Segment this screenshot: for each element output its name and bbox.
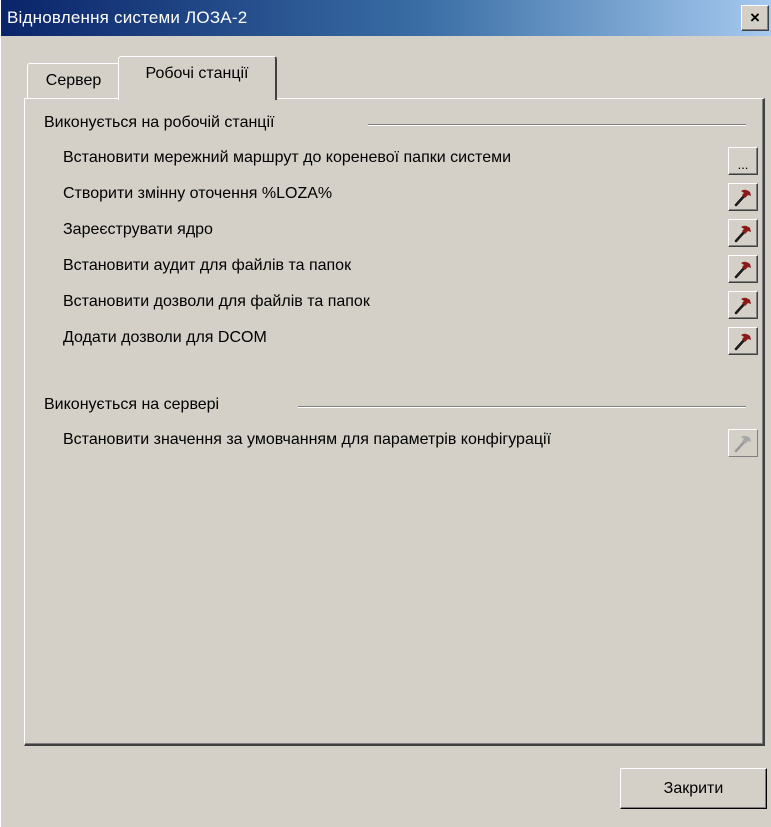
group-divider — [298, 406, 746, 408]
window-title: Відновлення системи ЛОЗА-2 — [7, 8, 248, 27]
run-dcom-button[interactable] — [728, 327, 758, 355]
hammer-icon — [734, 435, 751, 453]
group-workstation-title: Виконується на робочій станції — [44, 114, 275, 131]
tab-workstations[interactable]: Робочі станції — [118, 56, 277, 100]
hammer-icon — [734, 225, 751, 243]
task-label-env-var: Створити змінну оточення %LOZA% — [63, 185, 333, 202]
group-divider — [368, 124, 746, 126]
hammer-icon — [734, 297, 751, 315]
title-bar[interactable]: Відновлення системи ЛОЗА-2 × — [1, 0, 771, 36]
ellipsis-icon: ... — [737, 156, 749, 172]
close-button[interactable]: Закрити — [620, 768, 767, 809]
task-label-default-config: Встановити значення за умовчанням для па… — [63, 431, 552, 448]
run-permissions-button[interactable] — [728, 291, 758, 319]
task-label-audit: Встановити аудит для файлів та папок — [63, 257, 352, 274]
restore-dialog: Відновлення системи ЛОЗА-2 × Сервер Робо… — [0, 0, 771, 827]
tab-panel-workstations: Виконується на робочій станції Встановит… — [24, 98, 765, 746]
run-default-config-button[interactable] — [728, 429, 758, 457]
close-icon: × — [750, 8, 760, 27]
browse-button[interactable]: ... — [728, 147, 758, 175]
window-close-button[interactable]: × — [741, 5, 769, 31]
tab-server-label: Сервер — [45, 72, 102, 89]
tab-workstations-label: Робочі станції — [145, 65, 249, 82]
close-button-label: Закрити — [663, 780, 724, 797]
hammer-icon — [734, 189, 751, 207]
run-env-var-button[interactable] — [728, 183, 758, 211]
group-server-title: Виконується на сервері — [44, 396, 220, 413]
run-register-core-button[interactable] — [728, 219, 758, 247]
task-label-register-core: Зареєструвати ядро — [63, 221, 213, 238]
hammer-icon — [734, 261, 751, 279]
task-label-dcom: Додати дозволи для DCOM — [63, 329, 267, 346]
task-label-permissions: Встановити дозволи для файлів та папок — [63, 293, 370, 310]
hammer-icon — [734, 333, 751, 351]
run-audit-button[interactable] — [728, 255, 758, 283]
task-label-network-route: Встановити мережний маршрут до кореневої… — [63, 149, 512, 166]
tab-server[interactable]: Сервер — [27, 63, 120, 99]
